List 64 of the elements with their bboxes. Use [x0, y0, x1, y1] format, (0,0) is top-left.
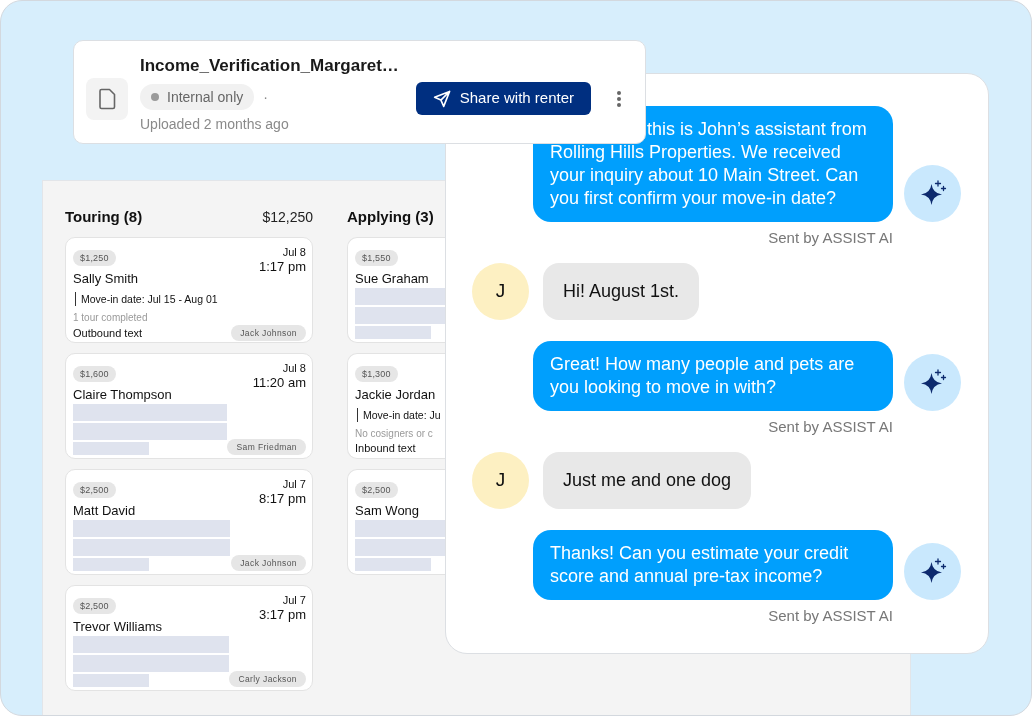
lead-card[interactable]: $2,500 Sam Wong	[347, 469, 445, 575]
more-icon[interactable]	[617, 90, 621, 107]
sparkle-icon	[904, 354, 961, 411]
message-bubble: this is John’s assistant from Rolling Hills Properties. We received your inquiry about 10 Main Street. Can you first confirm your move-in date?	[533, 106, 893, 222]
status-dot-icon	[151, 93, 159, 101]
message-bubble: Hi! August 1st.	[543, 263, 700, 320]
share-button[interactable]: Share with renter	[415, 82, 591, 115]
lead-date: Jul 8	[281, 361, 306, 375]
message-bubble: Thanks! Can you estimate your credit score and annual pre-tax income?	[533, 530, 893, 600]
lead-name: Trevor Williams	[73, 618, 163, 636]
rent-price: $1,600	[73, 366, 116, 382]
lead-date: Jul 7	[281, 593, 306, 607]
lead-card[interactable]: $2,500 Trevor Williams Jul 7 3:17 pm Carly Jackson	[65, 585, 313, 691]
rent-price: $1,300	[355, 366, 398, 382]
lead-name: Jackie Jordan	[355, 386, 436, 404]
agent-name: Carly Jackson	[229, 671, 306, 687]
sender-caption: Sent by ASSIST AI	[767, 418, 893, 435]
lead-name: Claire Thompson	[73, 386, 172, 404]
column-title: Touring (8)	[65, 207, 143, 227]
separator-dot: ·	[263, 87, 268, 107]
sender-caption: Sent by ASSIST AI	[767, 607, 893, 624]
agent-name: Jack Johnson	[231, 555, 306, 571]
sender-caption: Sent by ASSIST AI	[767, 229, 893, 246]
lead-note: 1 tour completed	[73, 311, 148, 325]
user-avatar: J	[472, 263, 529, 320]
lead-date: Jul 8	[281, 245, 306, 259]
file-name: Income_Verification_Margaret…	[140, 55, 400, 77]
column-total: $12,250	[262, 208, 313, 227]
lead-name: Sam Wong	[355, 502, 420, 520]
lead-name: Sally Smith	[73, 270, 139, 288]
lead-card[interactable]: $2,500 Matt David Jul 7 8:17 pm Jack Johnson	[65, 469, 313, 575]
upload-time: Uploaded 2 months ago	[140, 116, 290, 132]
user-avatar: J	[472, 452, 529, 509]
channel-label: Outbound text	[73, 326, 143, 341]
move-in-date: Move-in date: Ju	[357, 408, 441, 422]
visibility-label: Internal only	[167, 87, 244, 107]
lead-time: 1:17 pm	[259, 259, 306, 275]
channel-label: Inbound text	[355, 441, 416, 456]
lead-time: 3:17 pm	[259, 607, 306, 623]
lead-time: 11:20 am	[252, 375, 306, 391]
lead-card[interactable]: $1,600 Claire Thompson Jul 8 11:20 am Sam Friedman	[65, 353, 313, 459]
lead-name: Matt David	[73, 502, 136, 520]
lead-time: 8:17 pm	[259, 491, 306, 507]
rent-price: $2,500	[73, 482, 116, 498]
lead-card[interactable]: $1,300 Jackie Jordan Move-in date: Ju No cosigners or c Inbound text	[347, 353, 445, 459]
lead-name: Sue Graham	[355, 270, 429, 288]
rent-price: $1,550	[355, 250, 398, 266]
sparkle-icon	[904, 543, 961, 600]
document-icon	[86, 77, 128, 120]
sparkle-icon	[904, 165, 961, 222]
lead-note: No cosigners or c	[355, 427, 433, 441]
lead-card[interactable]: $1,550 Sue Graham	[347, 237, 445, 343]
lead-card[interactable]: $1,250 Sally Smith Jul 8 1:17 pm Move-in date: Jul 15 - Aug 01 1 tour completed Outbound text Jack Johnson	[65, 237, 313, 343]
message-bubble: Great! How many people and pets are you looking to move in with?	[533, 341, 893, 411]
message-bubble: Just me and one dog	[543, 452, 752, 509]
rent-price: $2,500	[73, 598, 116, 614]
lead-date: Jul 7	[281, 477, 306, 491]
agent-name: Sam Friedman	[227, 439, 306, 455]
paper-plane-icon	[432, 89, 451, 108]
move-in-date: Move-in date: Jul 15 - Aug 01	[75, 292, 218, 306]
rent-price: $2,500	[355, 482, 398, 498]
agent-name: Jack Johnson	[231, 325, 306, 341]
column-title: Applying (3)	[347, 207, 434, 227]
rent-price: $1,250	[73, 250, 116, 266]
